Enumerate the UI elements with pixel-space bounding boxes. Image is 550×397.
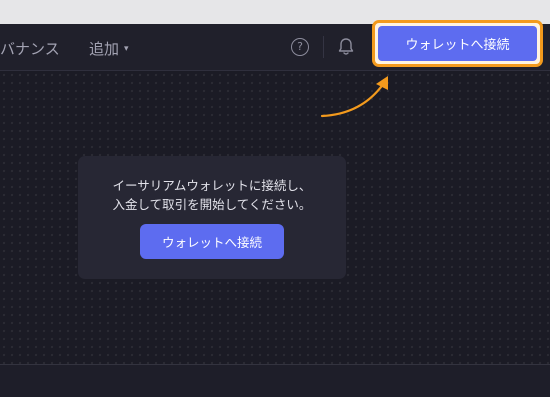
- bell-icon[interactable]: [337, 37, 355, 57]
- connect-prompt-message: イーサリアムウォレットに接続し、 入金して取引を開始してください。: [78, 176, 346, 214]
- connect-wallet-highlight: ウォレットへ接続: [372, 20, 543, 67]
- nav-governance-link[interactable]: バナンス: [0, 38, 60, 59]
- nav-add-menu[interactable]: 追加 ▾: [89, 38, 129, 59]
- annotation-arrow-icon: [320, 76, 388, 118]
- header-divider: [323, 36, 324, 58]
- help-icon[interactable]: ?: [291, 38, 309, 56]
- connect-prompt-line-1: イーサリアムウォレットに接続し、: [112, 178, 312, 193]
- top-nav-bar: バナンス 追加 ▾ ? ウォレットへ接続: [0, 20, 550, 71]
- card-connect-wallet-button[interactable]: ウォレットへ接続: [140, 224, 284, 259]
- connect-wallet-button[interactable]: ウォレットへ接続: [378, 26, 537, 61]
- bottom-bar: [0, 364, 550, 397]
- connect-prompt-card: イーサリアムウォレットに接続し、 入金して取引を開始してください。 ウォレットへ…: [78, 156, 346, 279]
- connect-prompt-line-2: 入金して取引を開始してください。: [112, 197, 312, 212]
- chevron-down-icon: ▾: [124, 43, 129, 54]
- nav-add-label: 追加: [89, 40, 120, 58]
- app-window: バナンス 追加 ▾ ? ウォレットへ接続 イーサリアムウォレットに接続し、 入金…: [0, 20, 550, 397]
